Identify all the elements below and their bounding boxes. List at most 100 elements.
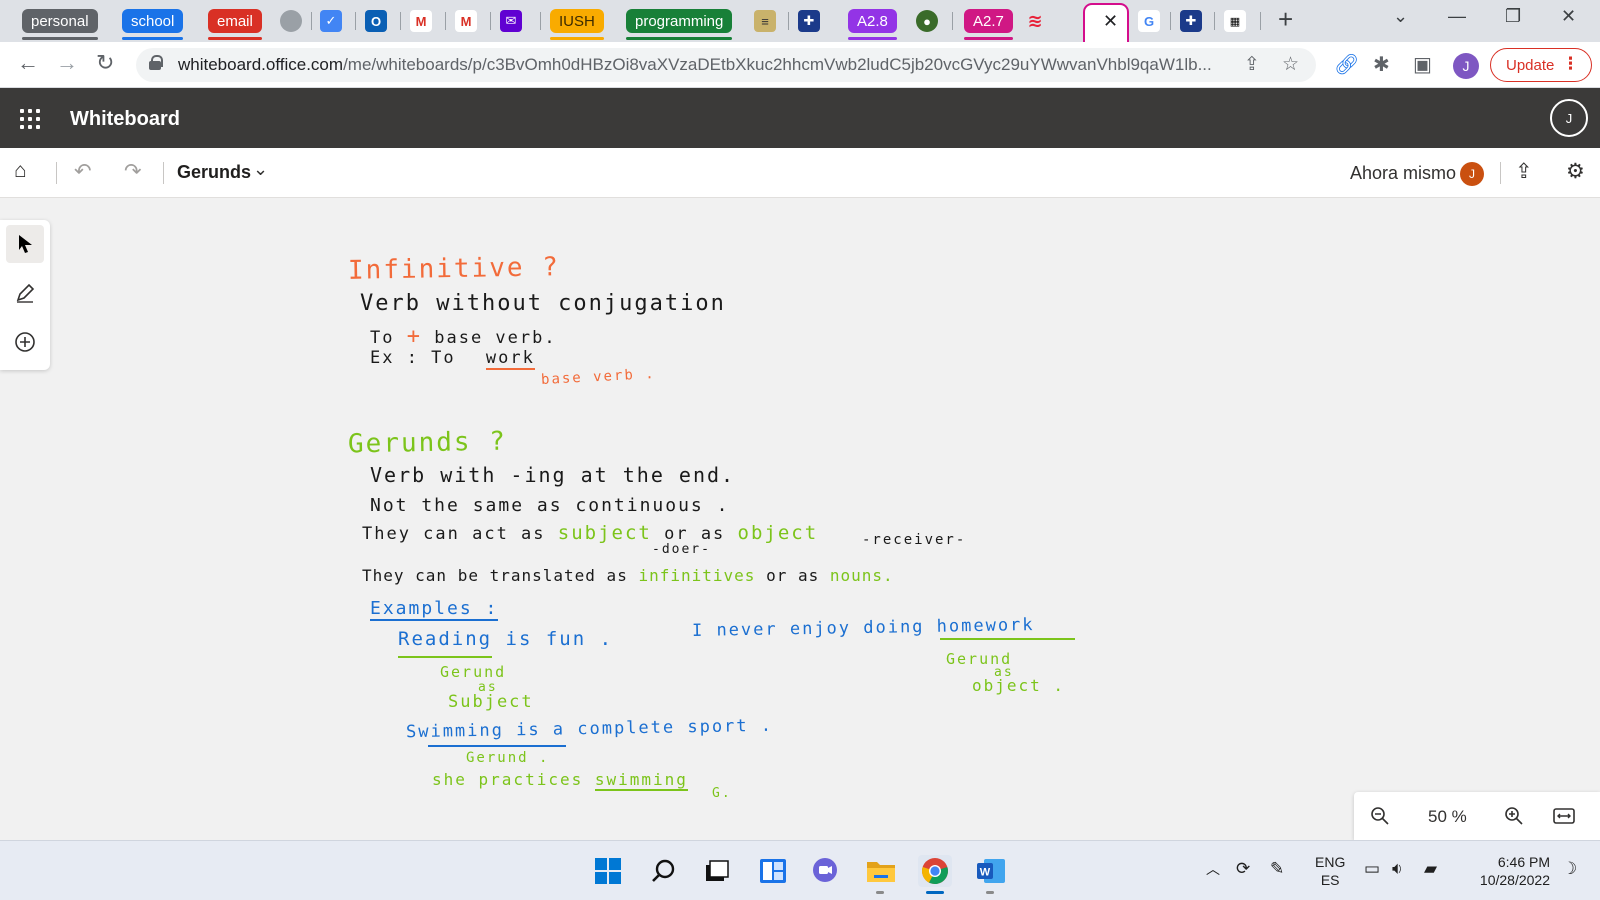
chevron-down-icon[interactable]: ⌄ xyxy=(253,159,268,180)
widgets-button[interactable] xyxy=(756,855,790,887)
close-tab-icon[interactable]: ✕ xyxy=(1103,11,1118,32)
start-button[interactable] xyxy=(591,855,625,887)
file-explorer-button[interactable] xyxy=(864,855,898,894)
task-view-icon xyxy=(706,860,729,881)
update-button[interactable]: Update ⋮ xyxy=(1490,48,1592,82)
lock-icon[interactable] xyxy=(149,55,163,70)
ink-examples-title[interactable]: Examples : xyxy=(370,598,499,621)
uk-flag-icon-2[interactable]: ✚ xyxy=(1180,10,1202,32)
ink-example4-note[interactable]: G. xyxy=(712,786,732,801)
ink-infinitive-example[interactable]: Ex : To work xyxy=(370,348,535,370)
board-name[interactable]: Gerunds xyxy=(177,162,251,183)
settings-gear-icon[interactable]: ⚙ xyxy=(1566,159,1585,184)
minimize-icon[interactable]: — xyxy=(1448,6,1466,27)
side-panel-icon[interactable]: ▣ xyxy=(1413,52,1432,77)
tab-group-email[interactable]: email xyxy=(208,9,262,40)
chrome-button[interactable] xyxy=(918,855,952,894)
outlook-icon[interactable]: O xyxy=(365,10,387,32)
tab-group-iush[interactable]: IUSH xyxy=(550,9,604,40)
forward-arrow-icon[interactable]: → xyxy=(56,50,78,76)
share-page-icon[interactable]: ⇪ xyxy=(1244,53,1260,76)
redo-icon[interactable]: ↷ xyxy=(124,159,142,184)
tab-group-personal[interactable]: personal xyxy=(22,9,98,40)
sync-status-icon[interactable]: ⟳ xyxy=(1236,859,1250,879)
language-indicator[interactable]: ENG ES xyxy=(1315,853,1345,889)
tab-group-a2-8[interactable]: A2.8 xyxy=(848,9,897,40)
system-clock[interactable]: 6:46 PM 10/28/2022 xyxy=(1462,853,1550,889)
ink-gerunds-line3[interactable]: They can act as subject or as object xyxy=(362,522,818,544)
ink-example2-note3[interactable]: object . xyxy=(972,676,1065,695)
ink-gerunds-line2[interactable]: Not the same as continuous . xyxy=(370,495,729,516)
ink-example1-note3[interactable]: Subject xyxy=(448,692,534,712)
mail-tab-icon[interactable]: ✓ xyxy=(320,10,342,32)
ink-doer-note[interactable]: -doer- xyxy=(652,542,711,557)
yahoo-mail-icon[interactable]: ✉ xyxy=(500,10,522,32)
google-icon[interactable]: G xyxy=(1138,10,1160,32)
home-icon[interactable]: ⌂ xyxy=(14,159,27,183)
url-text[interactable]: whiteboard.office.com/me/whiteboards/p/c… xyxy=(178,55,1238,75)
app-header: Whiteboard J xyxy=(0,88,1600,148)
whiteboard-canvas[interactable]: Infinitive ? Verb without conjugation To… xyxy=(0,198,1600,840)
reload-icon[interactable]: ↻ xyxy=(96,50,114,76)
gmail-icon[interactable]: M xyxy=(410,10,432,32)
address-bar[interactable]: whiteboard.office.com/me/whiteboards/p/c… xyxy=(136,48,1316,82)
folder-icon xyxy=(867,862,895,882)
back-arrow-icon[interactable]: ← xyxy=(17,50,39,76)
tab-search-chevron-icon[interactable]: ⌄ xyxy=(1393,6,1408,27)
uk-flag-icon[interactable]: ✚ xyxy=(798,10,820,32)
ink-example1[interactable]: Reading is fun . xyxy=(398,628,613,658)
pen-menu-icon[interactable]: ✎ xyxy=(1270,859,1284,879)
tab-group-programming[interactable]: programming xyxy=(626,9,733,40)
focus-moon-icon[interactable]: ☽ xyxy=(1562,859,1577,879)
ink-example1-note1[interactable]: Gerund xyxy=(440,663,506,681)
ink-infinitive-line1[interactable]: Verb without conjugation xyxy=(360,291,726,316)
ink-example3[interactable]: Swimming is a complete sport . xyxy=(406,716,773,742)
app-launcher-icon[interactable] xyxy=(20,109,40,129)
ink-example3-note[interactable]: Gerund . xyxy=(466,750,549,766)
show-hidden-icons-chevron-icon[interactable]: ︿ xyxy=(1206,859,1220,879)
network-icon[interactable]: ▭ xyxy=(1364,859,1380,879)
ink-infinitive-title[interactable]: Infinitive ? xyxy=(348,252,560,286)
globe-icon[interactable] xyxy=(280,10,302,32)
zoom-control: 50 % xyxy=(1354,792,1600,840)
zoom-in-icon[interactable] xyxy=(1504,806,1524,826)
active-tab[interactable]: ✕ xyxy=(1083,3,1129,42)
extensions-puzzle-icon[interactable]: ✱ xyxy=(1373,52,1390,77)
close-window-icon[interactable]: ✕ xyxy=(1561,6,1576,27)
zoom-out-icon[interactable] xyxy=(1370,806,1390,826)
word-icon: W xyxy=(977,859,1005,883)
new-tab-plus-icon[interactable]: + xyxy=(1278,4,1293,35)
teams-chat-button[interactable] xyxy=(808,855,842,887)
restore-icon[interactable]: ❐ xyxy=(1505,6,1521,27)
ink-gerunds-title[interactable]: Gerunds ? xyxy=(348,427,507,460)
ink-gerunds-line4[interactable]: They can be translated as infinitives or… xyxy=(362,566,894,585)
ink-base-verb-note[interactable]: base verb . xyxy=(541,366,656,388)
collaborator-avatar[interactable]: J xyxy=(1460,162,1484,186)
share-icon[interactable]: ⇪ xyxy=(1515,159,1533,184)
chat-icon xyxy=(813,858,837,882)
tab-group-a2-7[interactable]: A2.7 xyxy=(964,9,1013,40)
ink-infinitive-line2[interactable]: To + base verb. xyxy=(370,324,557,349)
gmail-icon-2[interactable]: M xyxy=(455,10,477,32)
fit-to-screen-icon[interactable] xyxy=(1553,806,1575,826)
notes-tab-icon[interactable]: ≡ xyxy=(754,10,776,32)
qr-code-icon[interactable]: ▦ xyxy=(1224,10,1246,32)
saved-status: Ahora mismo xyxy=(1350,163,1457,183)
profile-avatar[interactable]: J xyxy=(1453,53,1479,79)
mega-icon[interactable]: ≋ xyxy=(1024,10,1046,32)
word-button[interactable]: W xyxy=(974,855,1008,894)
undo-icon[interactable]: ↶ xyxy=(74,159,92,184)
ink-example3-underline xyxy=(428,745,566,747)
account-avatar[interactable]: J xyxy=(1550,99,1588,137)
search-button[interactable] xyxy=(646,855,680,887)
task-view-button[interactable] xyxy=(700,855,734,887)
ink-gerunds-line1[interactable]: Verb with -ing at the end. xyxy=(370,463,735,487)
leaf-icon[interactable]: ● xyxy=(916,10,938,32)
bookmark-star-icon[interactable]: ☆ xyxy=(1282,53,1299,76)
link-extension-icon[interactable]: 🔗︎ xyxy=(1334,52,1359,77)
ink-receiver-note[interactable]: -receiver- xyxy=(862,532,966,548)
battery-icon[interactable]: ▰ xyxy=(1424,859,1437,879)
volume-icon[interactable]: 🔉︎ xyxy=(1392,859,1403,879)
ink-example4[interactable]: she practices swimming xyxy=(432,770,688,791)
tab-group-school[interactable]: school xyxy=(122,9,184,40)
